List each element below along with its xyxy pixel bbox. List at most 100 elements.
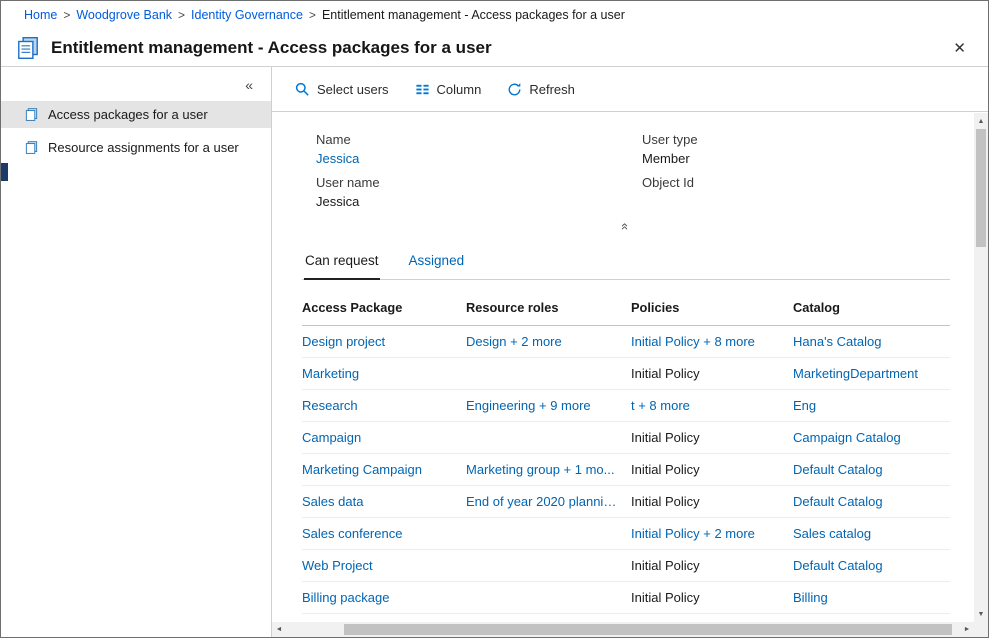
- scroll-down-icon[interactable]: ▼: [974, 607, 988, 621]
- breadcrumb-separator: >: [309, 8, 316, 22]
- access-packages-table: Access PackageResource rolesPoliciesCata…: [302, 290, 950, 614]
- cell-access-package[interactable]: Design project: [302, 334, 466, 349]
- panel-edge-accent: [1, 163, 8, 181]
- cell-access-package[interactable]: Campaign: [302, 430, 466, 445]
- select-users-icon: [294, 81, 310, 97]
- cell-access-package[interactable]: Marketing: [302, 366, 466, 381]
- breadcrumb-separator: >: [178, 8, 185, 22]
- table-row: Sales dataEnd of year 2020 plannin...Ini…: [302, 486, 950, 518]
- detail-label: User type: [642, 132, 950, 147]
- column-header: Resource roles: [466, 300, 631, 315]
- table-row: ResearchEngineering + 9 moret + 8 moreEn…: [302, 390, 950, 422]
- tab-can-request[interactable]: Can request: [304, 244, 380, 280]
- close-icon: ✕: [953, 40, 966, 57]
- scroll-left-icon[interactable]: ◄: [272, 622, 286, 637]
- cell-policies: Initial Policy: [631, 430, 793, 445]
- content-area: NameJessicaUser typeMemberUser nameJessi…: [272, 112, 974, 637]
- breadcrumb-item[interactable]: Identity Governance: [191, 8, 303, 22]
- cell-policies: Initial Policy: [631, 494, 793, 509]
- cell-catalog[interactable]: Eng: [793, 398, 950, 413]
- cell-catalog[interactable]: Billing: [793, 590, 950, 605]
- toolbar-column-button[interactable]: Column: [415, 82, 482, 97]
- page-title: Entitlement management - Access packages…: [51, 38, 492, 58]
- sidebar: « Access packages for a user Resource ass…: [1, 67, 272, 637]
- cell-access-package[interactable]: Sales data: [302, 494, 466, 509]
- cell-resource-roles[interactable]: End of year 2020 plannin...: [466, 494, 631, 509]
- scroll-up-icon[interactable]: ▲: [974, 114, 988, 128]
- refresh-icon: [507, 82, 522, 97]
- cell-resource-roles[interactable]: Engineering + 9 more: [466, 398, 631, 413]
- body: « Access packages for a user Resource ass…: [1, 67, 988, 637]
- horizontal-scroll-thumb[interactable]: [344, 624, 952, 635]
- cell-policies[interactable]: t + 8 more: [631, 398, 793, 413]
- cell-policies: Initial Policy: [631, 590, 793, 605]
- main-panel: Select usersColumnRefresh NameJessicaUse…: [272, 67, 988, 637]
- toolbar: Select users Column Refresh: [272, 67, 988, 112]
- cell-policies[interactable]: Initial Policy + 2 more: [631, 526, 793, 541]
- detail-field: Name Jessica: [316, 132, 642, 167]
- breadcrumb-separator: >: [63, 8, 70, 22]
- cell-policies: Initial Policy: [631, 558, 793, 573]
- toolbar-refresh-button[interactable]: Refresh: [507, 82, 575, 97]
- scroll-right-icon[interactable]: ►: [960, 622, 974, 637]
- details-collapse-button[interactable]: «: [302, 218, 950, 236]
- breadcrumb-item[interactable]: Home: [24, 8, 57, 22]
- cell-catalog[interactable]: MarketingDepartment: [793, 366, 950, 381]
- sidebar-item-label: Access packages for a user: [48, 107, 208, 122]
- detail-value: Jessica: [316, 194, 642, 210]
- cell-catalog[interactable]: Hana's Catalog: [793, 334, 950, 349]
- cell-access-package[interactable]: Sales conference: [302, 526, 466, 541]
- table-row: Web Project Initial PolicyDefault Catalog: [302, 550, 950, 582]
- entitlement-management-icon: [15, 35, 41, 61]
- page-header: Entitlement management - Access packages…: [1, 29, 988, 67]
- detail-value: [642, 194, 950, 210]
- cell-catalog[interactable]: Sales catalog: [793, 526, 950, 541]
- cell-policies: Initial Policy: [631, 462, 793, 477]
- cell-resource-roles[interactable]: Design + 2 more: [466, 334, 631, 349]
- horizontal-scrollbar[interactable]: ◄ ►: [272, 622, 974, 637]
- sidebar-collapse-button[interactable]: «: [1, 67, 271, 101]
- toolbar-button-label: Refresh: [529, 82, 575, 97]
- detail-field: Object Id: [642, 175, 950, 210]
- sidebar-item[interactable]: Access packages for a user: [1, 101, 271, 128]
- table-row: Design projectDesign + 2 moreInitial Pol…: [302, 326, 950, 358]
- table-row: Marketing CampaignMarketing group + 1 mo…: [302, 454, 950, 486]
- cell-catalog[interactable]: Default Catalog: [793, 494, 950, 509]
- breadcrumb-item: Entitlement management - Access packages…: [322, 8, 625, 22]
- cell-policies[interactable]: Initial Policy + 8 more: [631, 334, 793, 349]
- table-header-row: Access PackageResource rolesPoliciesCata…: [302, 290, 950, 326]
- close-button[interactable]: ✕: [947, 37, 972, 59]
- table-row: Sales conference Initial Policy + 2 moreS…: [302, 518, 950, 550]
- chevron-up-icon: «: [618, 223, 633, 230]
- table-row: MarketingInitial PolicyMarketingDepartme…: [302, 358, 950, 390]
- tab-strip: Can request Assigned: [302, 244, 950, 280]
- sidebar-menu: Access packages for a user Resource assig…: [1, 101, 271, 161]
- cell-access-package[interactable]: Billing package: [302, 590, 466, 605]
- cell-access-package[interactable]: Research: [302, 398, 466, 413]
- cell-catalog[interactable]: Default Catalog: [793, 558, 950, 573]
- column-header: Access Package: [302, 300, 466, 315]
- cell-catalog[interactable]: Default Catalog: [793, 462, 950, 477]
- detail-field: User type Member: [642, 132, 950, 167]
- detail-field: User name Jessica: [316, 175, 642, 210]
- toolbar-button-label: Select users: [317, 82, 389, 97]
- document-icon: [24, 107, 39, 122]
- cell-catalog[interactable]: Campaign Catalog: [793, 430, 950, 445]
- toolbar-select-users-button[interactable]: Select users: [294, 81, 389, 97]
- breadcrumb-item[interactable]: Woodgrove Bank: [76, 8, 172, 22]
- window: Home > Woodgrove Bank > Identity Governance >…: [0, 0, 989, 638]
- detail-label: Object Id: [642, 175, 950, 190]
- cell-access-package[interactable]: Web Project: [302, 558, 466, 573]
- cell-resource-roles[interactable]: Marketing group + 1 mo...: [466, 462, 631, 477]
- vertical-scrollbar[interactable]: ▲ ▼: [974, 113, 988, 637]
- column-header: Policies: [631, 300, 793, 315]
- cell-access-package[interactable]: Marketing Campaign: [302, 462, 466, 477]
- sidebar-item[interactable]: Resource assignments for a user: [1, 134, 271, 161]
- tab-assigned[interactable]: Assigned: [408, 244, 466, 279]
- vertical-scroll-thumb[interactable]: [976, 129, 986, 247]
- detail-label: Name: [316, 132, 642, 147]
- detail-label: User name: [316, 175, 642, 190]
- detail-value[interactable]: Jessica: [316, 151, 642, 167]
- document-icon: [24, 140, 39, 155]
- detail-value: Member: [642, 151, 950, 167]
